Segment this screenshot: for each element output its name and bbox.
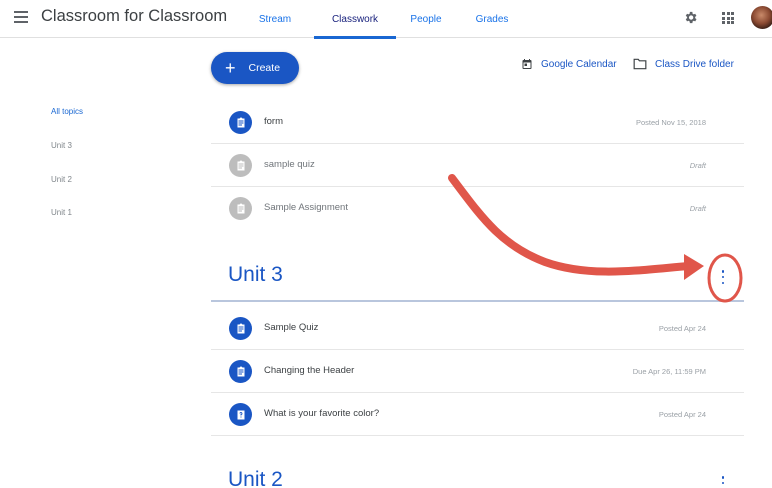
item-meta: Posted Nov 15, 2018: [635, 118, 706, 127]
item-title: Changing the Header: [264, 365, 355, 376]
assignment-icon: [229, 197, 252, 220]
list-item[interactable]: sample quiz Draft: [211, 144, 744, 187]
sidebar-item-all-topics[interactable]: All topics: [51, 107, 83, 116]
class-title[interactable]: Classroom for Classroom: [41, 7, 227, 26]
gear-icon[interactable]: [683, 10, 698, 25]
create-button[interactable]: + Create: [211, 52, 299, 84]
sidebar-item-unit-3[interactable]: Unit 3: [51, 141, 72, 150]
tab-bar: Stream Classwork People Grades: [248, 0, 516, 39]
calendar-icon: [522, 59, 532, 69]
topic-heading-unit-2: Unit 2: [228, 468, 283, 488]
list-item[interactable]: Sample Quiz Posted Apr 24: [211, 307, 744, 350]
plus-icon: +: [225, 58, 236, 78]
folder-icon: [633, 58, 647, 70]
list-item[interactable]: form Posted Nov 15, 2018: [211, 101, 744, 144]
class-drive-folder-label: Class Drive folder: [655, 58, 734, 70]
item-meta: Posted Apr 24: [658, 324, 706, 333]
tab-people[interactable]: People: [402, 0, 450, 38]
more-options-icon[interactable]: [720, 476, 726, 488]
topic-heading-unit-3: Unit 3: [228, 263, 283, 286]
item-meta: Posted Apr 24: [658, 410, 706, 419]
tab-stream[interactable]: Stream: [248, 0, 302, 38]
item-title: form: [264, 116, 283, 127]
topic-divider: [211, 300, 744, 302]
google-calendar-label: Google Calendar: [541, 58, 617, 70]
item-title: What is your favorite color?: [264, 408, 380, 419]
assignment-icon: [229, 154, 252, 177]
assignment-icon: [229, 317, 252, 340]
more-options-icon[interactable]: [720, 270, 726, 284]
item-meta: Due Apr 26, 11:59 PM: [632, 367, 706, 376]
sidebar-item-unit-2[interactable]: Unit 2: [51, 175, 72, 184]
item-title: Sample Assignment: [264, 202, 348, 213]
apps-grid-icon[interactable]: [722, 12, 734, 24]
list-item[interactable]: Sample Assignment Draft: [211, 187, 744, 230]
sidebar-item-unit-1[interactable]: Unit 1: [51, 208, 72, 217]
assignment-icon: [229, 111, 252, 134]
top-app-bar: Classroom for Classroom Stream Classwork…: [0, 0, 772, 39]
item-title: Sample Quiz: [264, 322, 319, 333]
list-item[interactable]: What is your favorite color? Posted Apr …: [211, 393, 744, 436]
avatar[interactable]: [751, 6, 772, 29]
list-item[interactable]: Changing the Header Due Apr 26, 11:59 PM: [211, 350, 744, 393]
assignment-icon: [229, 360, 252, 383]
class-drive-folder-link[interactable]: Class Drive folder: [633, 58, 734, 70]
question-icon: [229, 403, 252, 426]
tab-grades[interactable]: Grades: [468, 0, 516, 38]
google-calendar-link[interactable]: Google Calendar: [521, 58, 617, 70]
item-meta: Draft: [689, 204, 706, 213]
tab-classwork[interactable]: Classwork: [314, 0, 396, 39]
item-title: sample quiz: [264, 159, 315, 170]
item-meta: Draft: [689, 161, 706, 170]
create-label: Create: [248, 62, 281, 74]
menu-icon[interactable]: [14, 11, 28, 23]
